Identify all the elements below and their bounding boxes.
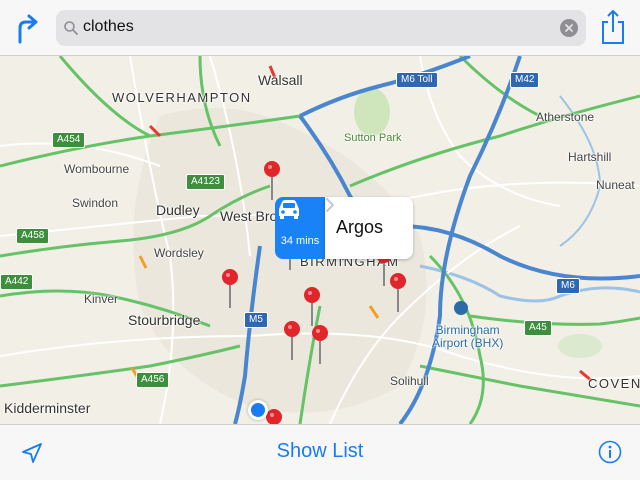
airport-icon <box>454 301 468 315</box>
place-label-hartshill: Hartshill <box>568 150 612 164</box>
map-pin[interactable] <box>282 320 302 364</box>
place-label-kidderminster: Kidderminster <box>4 400 91 416</box>
clear-search-button[interactable] <box>560 19 578 37</box>
callout-title: Argos <box>336 217 384 237</box>
road-shield-m6-toll: M6 Toll <box>396 72 438 88</box>
place-label-swindon: Swindon <box>72 196 119 210</box>
road-shield-m6-east: M6 <box>556 278 580 294</box>
place-label-walsall: Walsall <box>258 72 303 88</box>
place-label-kinver: Kinver <box>84 292 119 306</box>
info-icon <box>598 440 622 464</box>
current-location-dot <box>248 400 268 420</box>
directions-arrow-icon <box>18 14 38 44</box>
location-arrow-icon <box>22 443 42 463</box>
share-button[interactable] <box>600 8 626 46</box>
map-view[interactable]: WOLVERHAMPTON Walsall Sutton Park Athers… <box>0 56 640 424</box>
search-icon <box>64 21 78 35</box>
search-query-text: clothes <box>83 18 134 35</box>
road-shield-a45: A45 <box>524 320 552 336</box>
map-pin[interactable] <box>310 324 330 368</box>
map-pin[interactable] <box>388 272 408 316</box>
callout-details-button[interactable]: Argos <box>325 197 413 259</box>
place-label-wolverhampton: WOLVERHAMPTON <box>112 90 252 105</box>
callout-eta: 34 mins <box>280 235 320 247</box>
search-bar-container: clothes <box>0 0 640 56</box>
road-shield-a458: A458 <box>16 228 50 244</box>
place-callout[interactable]: 34 mins Argos <box>275 197 413 259</box>
maps-app: clothes WOLVERHAMPTON Walsall Sutton Par… <box>0 0 640 480</box>
info-button[interactable] <box>598 440 622 464</box>
show-list-button[interactable]: Show List <box>270 440 370 463</box>
bottom-toolbar: Show List <box>0 424 640 480</box>
road-shield-m5: M5 <box>244 312 268 328</box>
place-label-wombourne: Wombourne <box>64 162 130 176</box>
directions-button[interactable] <box>12 10 42 46</box>
road-shield-m42: M42 <box>510 72 540 88</box>
road-shield-a442: A442 <box>0 274 34 290</box>
place-label-wordsley: Wordsley <box>154 246 204 260</box>
chevron-right-icon <box>326 198 334 212</box>
map-pin[interactable] <box>220 268 240 312</box>
road-shield-a456: A456 <box>136 372 170 388</box>
place-label-stourbridge: Stourbridge <box>128 312 201 328</box>
place-label-atherstone: Atherstone <box>536 110 595 124</box>
road-shield-a454: A454 <box>52 132 86 148</box>
callout-directions-button[interactable]: 34 mins <box>275 197 325 259</box>
place-label-birmingham-airport: Birmingham Airport (BHX) <box>432 323 504 350</box>
search-field[interactable]: clothes <box>56 10 586 46</box>
tracking-button[interactable] <box>20 441 44 465</box>
place-label-nuneaton: Nuneat <box>596 178 635 192</box>
place-label-sutton-park: Sutton Park <box>344 132 402 144</box>
road-shield-a4123: A4123 <box>186 174 225 190</box>
share-icon <box>602 10 624 44</box>
place-label-coventry: COVENT <box>588 376 640 391</box>
car-icon <box>279 200 299 219</box>
close-icon <box>565 24 573 32</box>
place-label-dudley: Dudley <box>156 202 200 218</box>
place-label-solihull: Solihull <box>390 374 429 388</box>
